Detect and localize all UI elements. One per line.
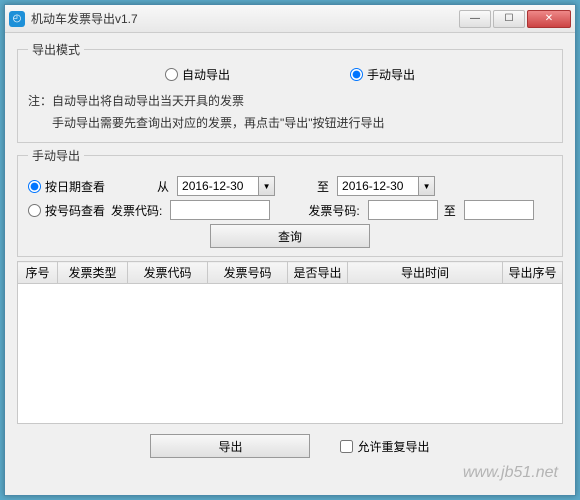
manual-export-group: 手动导出 按日期查看 从 ▼ 至 ▼	[17, 147, 563, 257]
allow-reexport-label: 允许重复导出	[357, 438, 429, 455]
to-label: 至	[317, 178, 329, 195]
invoice-code-input[interactable]	[170, 200, 270, 220]
radio-by-date-label: 按日期查看	[45, 178, 105, 195]
radio-auto-label: 自动导出	[182, 66, 230, 83]
manual-export-legend: 手动导出	[28, 147, 84, 164]
query-button[interactable]: 查询	[210, 224, 370, 248]
radio-auto-input[interactable]	[165, 68, 178, 81]
date-to-picker[interactable]: ▼	[337, 176, 435, 196]
radio-manual-export[interactable]: 手动导出	[350, 66, 415, 83]
result-table: 序号 发票类型 发票代码 发票号码 是否导出 导出时间 导出序号	[17, 261, 563, 284]
invoice-no-to-input[interactable]	[464, 200, 534, 220]
chevron-down-icon[interactable]: ▼	[258, 177, 274, 195]
allow-reexport-input[interactable]	[340, 440, 353, 453]
window-controls: — ☐ ✕	[459, 10, 571, 28]
radio-by-number[interactable]: 按号码查看	[28, 202, 105, 219]
to2-label: 至	[444, 202, 456, 219]
radio-auto-export[interactable]: 自动导出	[165, 66, 230, 83]
th-seq[interactable]: 序号	[18, 262, 58, 284]
radio-by-number-label: 按号码查看	[45, 202, 105, 219]
th-export-seq[interactable]: 导出序号	[503, 262, 563, 284]
title-bar: ◴ 机动车发票导出v1.7 — ☐ ✕	[5, 5, 575, 33]
result-table-container: 序号 发票类型 发票代码 发票号码 是否导出 导出时间 导出序号	[17, 261, 563, 424]
export-mode-legend: 导出模式	[28, 41, 84, 58]
invoice-no-label: 发票号码:	[308, 202, 359, 219]
window-title: 机动车发票导出v1.7	[31, 10, 459, 27]
th-export-time[interactable]: 导出时间	[348, 262, 503, 284]
radio-manual-label: 手动导出	[367, 66, 415, 83]
export-mode-group: 导出模式 自动导出 手动导出 注：自动导出将自动导出当天开具的发票 手动导出需要…	[17, 41, 563, 143]
app-window: ◴ 机动车发票导出v1.7 — ☐ ✕ 导出模式 自动导出 手动导出 注：自动导…	[4, 4, 576, 496]
close-button[interactable]: ✕	[527, 10, 571, 28]
radio-by-date[interactable]: 按日期查看	[28, 178, 105, 195]
maximize-button[interactable]: ☐	[493, 10, 525, 28]
radio-manual-input[interactable]	[350, 68, 363, 81]
minimize-button[interactable]: —	[459, 10, 491, 28]
th-type[interactable]: 发票类型	[58, 262, 128, 284]
note-line-1: 注：自动导出将自动导出当天开具的发票	[28, 91, 552, 113]
radio-by-date-input[interactable]	[28, 180, 41, 193]
date-from-input[interactable]	[178, 177, 258, 195]
table-body-empty	[17, 284, 563, 424]
th-exported[interactable]: 是否导出	[288, 262, 348, 284]
export-mode-note: 注：自动导出将自动导出当天开具的发票 手动导出需要先查询出对应的发票，再点击"导…	[28, 91, 552, 134]
note-line-2: 手动导出需要先查询出对应的发票，再点击"导出"按钮进行导出	[28, 113, 552, 135]
allow-reexport-checkbox[interactable]: 允许重复导出	[340, 438, 429, 455]
app-icon: ◴	[9, 11, 25, 27]
invoice-code-label: 发票代码:	[111, 202, 162, 219]
content-area: 导出模式 自动导出 手动导出 注：自动导出将自动导出当天开具的发票 手动导出需要…	[5, 33, 575, 495]
from-label: 从	[157, 178, 169, 195]
date-from-picker[interactable]: ▼	[177, 176, 275, 196]
chevron-down-icon[interactable]: ▼	[418, 177, 434, 195]
radio-by-number-input[interactable]	[28, 204, 41, 217]
bottom-bar: 导出 允许重复导出	[17, 428, 563, 458]
date-to-input[interactable]	[338, 177, 418, 195]
th-code[interactable]: 发票代码	[128, 262, 208, 284]
export-button[interactable]: 导出	[150, 434, 310, 458]
th-number[interactable]: 发票号码	[208, 262, 288, 284]
invoice-no-from-input[interactable]	[368, 200, 438, 220]
